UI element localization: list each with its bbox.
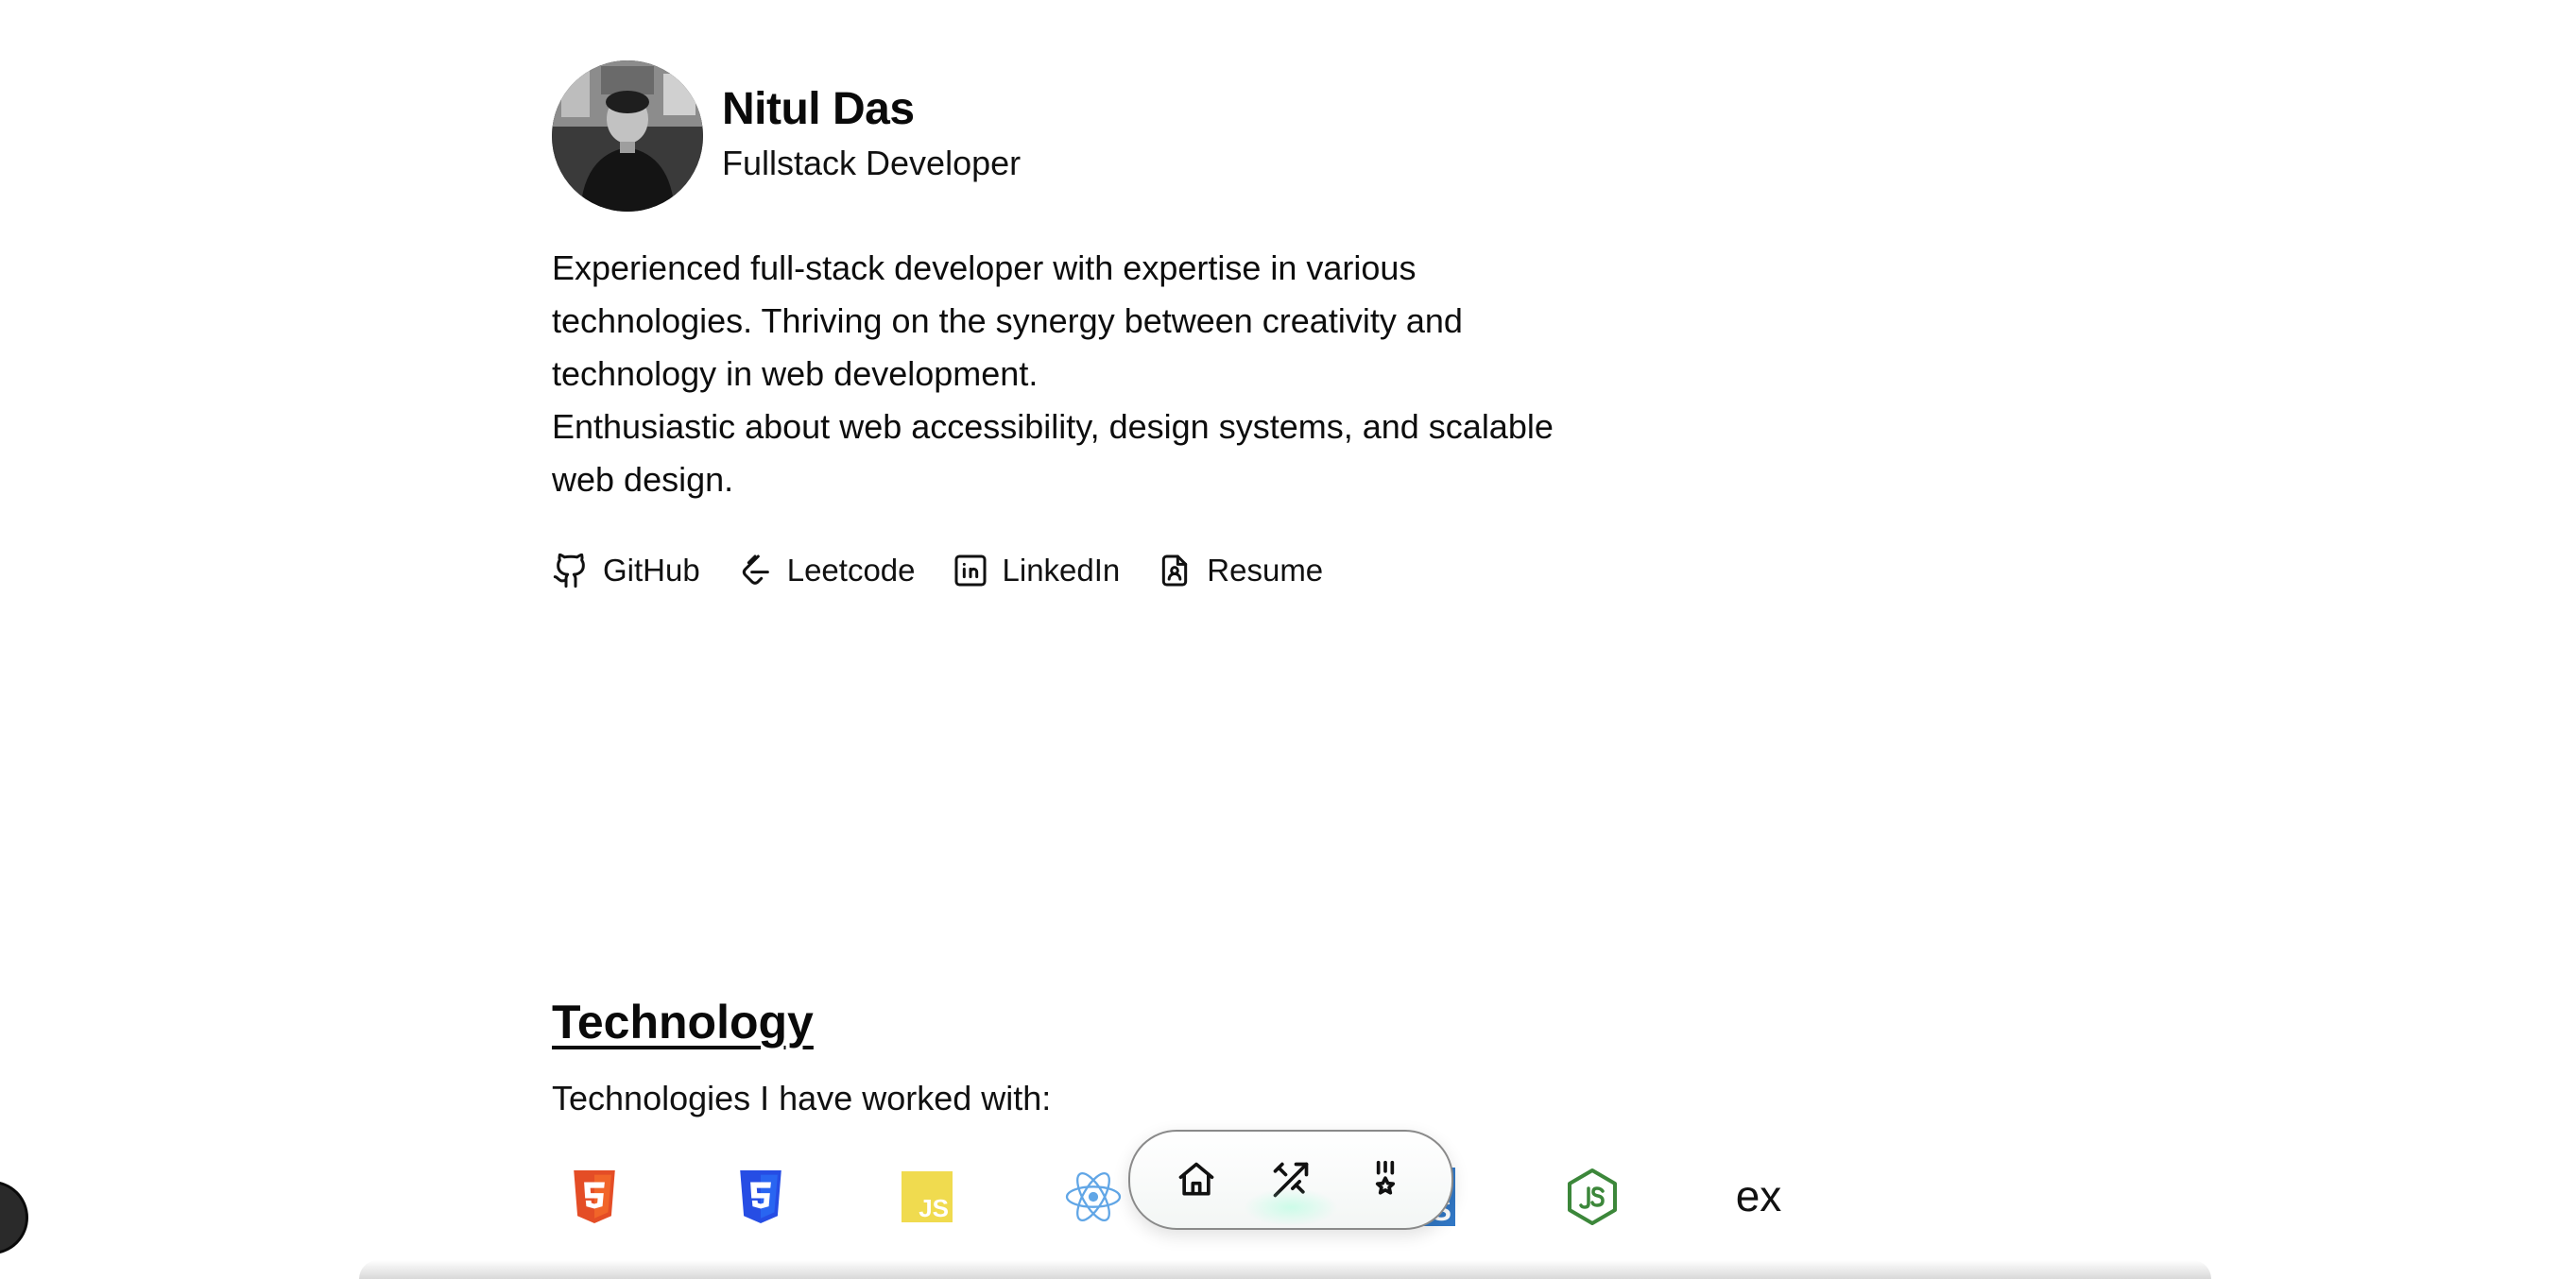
leetcode-icon	[742, 554, 769, 585]
dock-home-button[interactable]	[1174, 1157, 1219, 1202]
resume-icon	[1162, 554, 1188, 587]
profile-role: Fullstack Developer	[722, 144, 1022, 182]
technology-subtitle: Technologies I have worked with:	[552, 1079, 1052, 1117]
linkedin-link-label: LinkedIn	[1002, 553, 1121, 588]
technology-heading: Technology	[552, 996, 814, 1049]
floating-dock	[1128, 1130, 1453, 1230]
leetcode-link-label: Leetcode	[786, 553, 916, 588]
resume-link-label: Resume	[1207, 553, 1324, 588]
css3-icon	[718, 1154, 803, 1239]
leetcode-link[interactable]: Leetcode	[736, 552, 916, 589]
linkedin-icon	[954, 554, 987, 587]
award-icon	[1375, 1160, 1396, 1195]
dock-tools-button[interactable]	[1268, 1157, 1314, 1202]
portfolio-page: Nitul Das Fullstack Developer Experience…	[0, 0, 2576, 1279]
react-icon	[1051, 1154, 1136, 1239]
social-links: GitHub Leetcode LinkedIn Resume	[552, 552, 1323, 589]
html5-icon	[552, 1154, 637, 1239]
linkedin-link[interactable]: LinkedIn	[952, 552, 1121, 589]
express-label: ex	[1736, 1173, 1782, 1220]
tools-icon	[1273, 1162, 1309, 1198]
profile-name: Nitul Das	[722, 84, 915, 134]
bottom-fade	[359, 1260, 2211, 1279]
profile-header: Nitul Das Fullstack Developer	[552, 60, 1021, 212]
avatar	[552, 60, 703, 212]
github-link-label: GitHub	[603, 553, 700, 588]
name-block: Nitul Das Fullstack Developer	[722, 84, 1022, 185]
javascript-icon: JS	[884, 1154, 970, 1239]
home-icon	[1178, 1162, 1214, 1196]
github-icon	[553, 553, 585, 588]
bio-paragraph-1: Experienced full-stack developer with ex…	[552, 248, 1463, 393]
javascript-label: JS	[919, 1194, 949, 1222]
resume-link[interactable]: Resume	[1156, 552, 1323, 589]
github-link[interactable]: GitHub	[552, 552, 700, 589]
express-icon: ex	[1716, 1154, 1801, 1239]
dock-award-button[interactable]	[1363, 1157, 1408, 1202]
bio-paragraph-2: Enthusiastic about web accessibility, de…	[552, 407, 1554, 499]
nodejs-icon	[1550, 1154, 1635, 1239]
bio: Experienced full-stack developer with ex…	[552, 242, 1620, 506]
theme-toggle-button[interactable]	[0, 1181, 28, 1254]
